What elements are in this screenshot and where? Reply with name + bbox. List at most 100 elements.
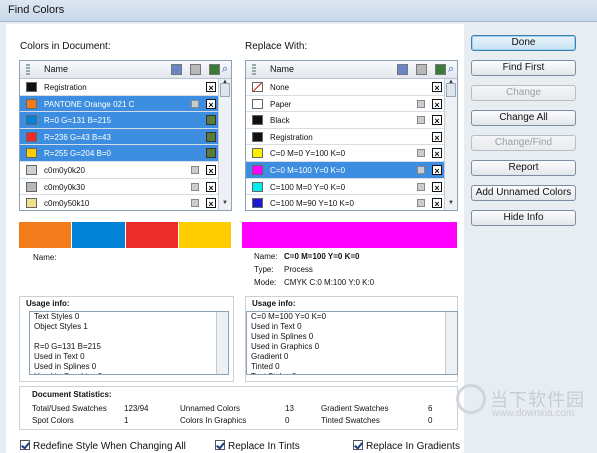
change-all-button[interactable]: Change All (471, 110, 576, 126)
non-printing-icon: × (432, 148, 442, 159)
right-usage-textarea[interactable]: C=0 M=100 Y=0 K=0 Used in Text 0 Used in S… (246, 311, 458, 375)
non-printing-icon: × (432, 115, 442, 126)
swatch-row[interactable]: c0m0y0k20 × (20, 162, 218, 179)
right-list-scrollbar[interactable]: ▲ ▼ (444, 79, 457, 210)
left-usage-scrollbar[interactable] (216, 312, 228, 374)
swatch-name: C=0 M=100 Y=0 K=0 (270, 165, 346, 175)
right-type-label: Type: (254, 265, 274, 274)
scroll-thumb[interactable] (446, 83, 456, 97)
swatch-row[interactable]: C=0 M=0 Y=100 K=0 × (246, 145, 444, 162)
watermark-logo-icon (456, 384, 486, 414)
usage-line: Used in Text 0 (251, 322, 302, 331)
change-find-button[interactable]: Change/Find (471, 135, 576, 151)
swatch-row[interactable]: Black × (246, 112, 444, 129)
replace-with-list[interactable]: Name ⌕ None × Paper × Black × Registration × C=0… (245, 60, 458, 211)
statistics-values: Total/Used Swatches 123/94 Unnamed Colors 1… (20, 387, 459, 431)
magnifier-icon[interactable]: ⌕ (222, 64, 233, 75)
change-button[interactable]: Change (471, 85, 576, 101)
statistic-value: 1 (124, 416, 129, 425)
non-printing-icon: × (432, 181, 442, 193)
list-header: Name ⌕ (20, 61, 231, 79)
colors-in-document-list[interactable]: Name ⌕ Registration × PANTONE Orange 021 C… (19, 60, 232, 211)
hide-info-button[interactable]: Hide Info (471, 210, 576, 226)
statistic-label: Total/Used Swatches (32, 404, 107, 413)
find-first-button[interactable]: Find First (471, 60, 576, 76)
usage-line: Tinted 0 (251, 362, 280, 371)
tint-column-icon[interactable] (416, 64, 427, 75)
spot-column-icon[interactable] (171, 64, 182, 75)
swatch-name: c0m0y0k20 (44, 165, 85, 175)
scroll-down-arrow-icon[interactable]: ▼ (219, 200, 231, 210)
list-header: Name ⌕ (246, 61, 457, 79)
swatch-name: C=100 M=0 Y=0 K=0 (270, 182, 346, 192)
color-preview-cell (178, 222, 232, 248)
document-statistics-group: Document Statistics: Total/Used Swatches… (19, 386, 458, 430)
name-column-header[interactable]: Name (270, 64, 294, 74)
color-swatch (252, 164, 263, 175)
colors-in-document-label: Colors in Document: (20, 41, 111, 52)
swatch-row[interactable]: None × (246, 79, 444, 96)
option-checkbox[interactable]: Redefine Style When Changing All (20, 440, 186, 452)
color-swatch (26, 148, 37, 159)
right-usage-scrollbar[interactable] (445, 312, 457, 374)
statistic-label: Gradient Swatches (321, 404, 389, 413)
usage-line: Used in Graphics 0 (251, 342, 320, 351)
statistic-label: Tinted Swatches (321, 416, 380, 425)
tint-indicator-icon (417, 165, 425, 174)
swatch-row[interactable]: R=236 G=43 B=43 (20, 128, 218, 146)
swatch-row[interactable]: PANTONE Orange 021 C × (20, 95, 218, 113)
swatch-name: None (270, 83, 290, 92)
option-checkbox[interactable]: Replace In Tints (215, 440, 300, 452)
tint-indicator-icon (417, 116, 425, 125)
magnifier-icon[interactable]: ⌕ (448, 64, 459, 75)
non-printing-icon: × (206, 98, 216, 110)
right-mode-label: Mode: (254, 278, 277, 287)
window-title: Find Colors (8, 4, 65, 16)
swatch-row[interactable]: Registration × (20, 79, 218, 96)
tint-column-icon[interactable] (190, 64, 201, 75)
color-swatch (26, 198, 37, 209)
image-column-icon[interactable] (209, 64, 220, 75)
swatch-row[interactable]: R=255 G=204 B=0 (20, 145, 218, 162)
swatch-name: R=0 G=131 B=215 (44, 116, 111, 126)
right-name-label: Name: (254, 252, 278, 261)
name-column-header[interactable]: Name (44, 64, 68, 74)
swatch-row[interactable]: C=100 M=0 Y=0 K=0 × (246, 179, 444, 196)
swatch-name: C=100 M=90 Y=10 K=0 (270, 199, 354, 209)
process-color-icon (206, 115, 216, 126)
swatch-row[interactable]: C=100 M=90 Y=10 K=0 × (246, 195, 444, 210)
checkbox-checked-icon[interactable] (353, 440, 363, 450)
image-column-icon[interactable] (435, 64, 446, 75)
swatch-row[interactable]: c0m0y50k10 × (20, 195, 218, 210)
checkbox-checked-icon[interactable] (20, 440, 30, 450)
checkbox-checked-icon[interactable] (215, 440, 225, 450)
swatch-row[interactable]: R=0 G=131 B=215 (20, 112, 218, 129)
tint-indicator-icon (191, 99, 199, 108)
spot-column-icon[interactable] (397, 64, 408, 75)
options-checkboxes: Redefine Style When Changing All Replace … (20, 440, 580, 453)
left-usage-label: Usage info: (26, 299, 70, 308)
right-color-info: Name: C=0 M=100 Y=0 K=0 Type: Process Mo… (254, 252, 454, 292)
swatch-row[interactable]: Paper × (246, 96, 444, 113)
color-swatch (26, 131, 37, 142)
scroll-down-arrow-icon[interactable]: ▼ (445, 200, 457, 210)
done-button[interactable]: Done (471, 35, 576, 51)
color-swatch (252, 131, 263, 142)
swatch-row[interactable]: c0m0y0k30 × (20, 179, 218, 196)
swatch-row[interactable]: Registration × (246, 129, 444, 146)
option-checkbox[interactable]: Replace In Gradients (353, 440, 460, 452)
add-unnamed-colors-button[interactable]: Add Unnamed Colors (471, 185, 576, 201)
scroll-thumb[interactable] (220, 83, 230, 97)
left-usage-textarea[interactable]: Text Styles 0 Object Styles 1 R=0 G=131 B=… (29, 311, 229, 375)
left-list-scrollbar[interactable]: ▲ ▼ (218, 79, 231, 210)
checkbox-label: Redefine Style When Changing All (33, 441, 186, 452)
right-usage-label: Usage info: (252, 299, 296, 308)
non-printing-icon: × (432, 131, 442, 143)
swatch-row[interactable]: C=0 M=100 Y=0 K=0 × (246, 161, 444, 179)
statistic-label: Spot Colors (32, 416, 74, 425)
statistic-value: 0 (285, 416, 290, 425)
color-preview-cell (242, 222, 458, 248)
replace-with-rows: None × Paper × Black × Registration × C=0 M=0 Y=… (246, 79, 444, 210)
selected-colors-preview (19, 222, 232, 248)
report-button[interactable]: Report (471, 160, 576, 176)
